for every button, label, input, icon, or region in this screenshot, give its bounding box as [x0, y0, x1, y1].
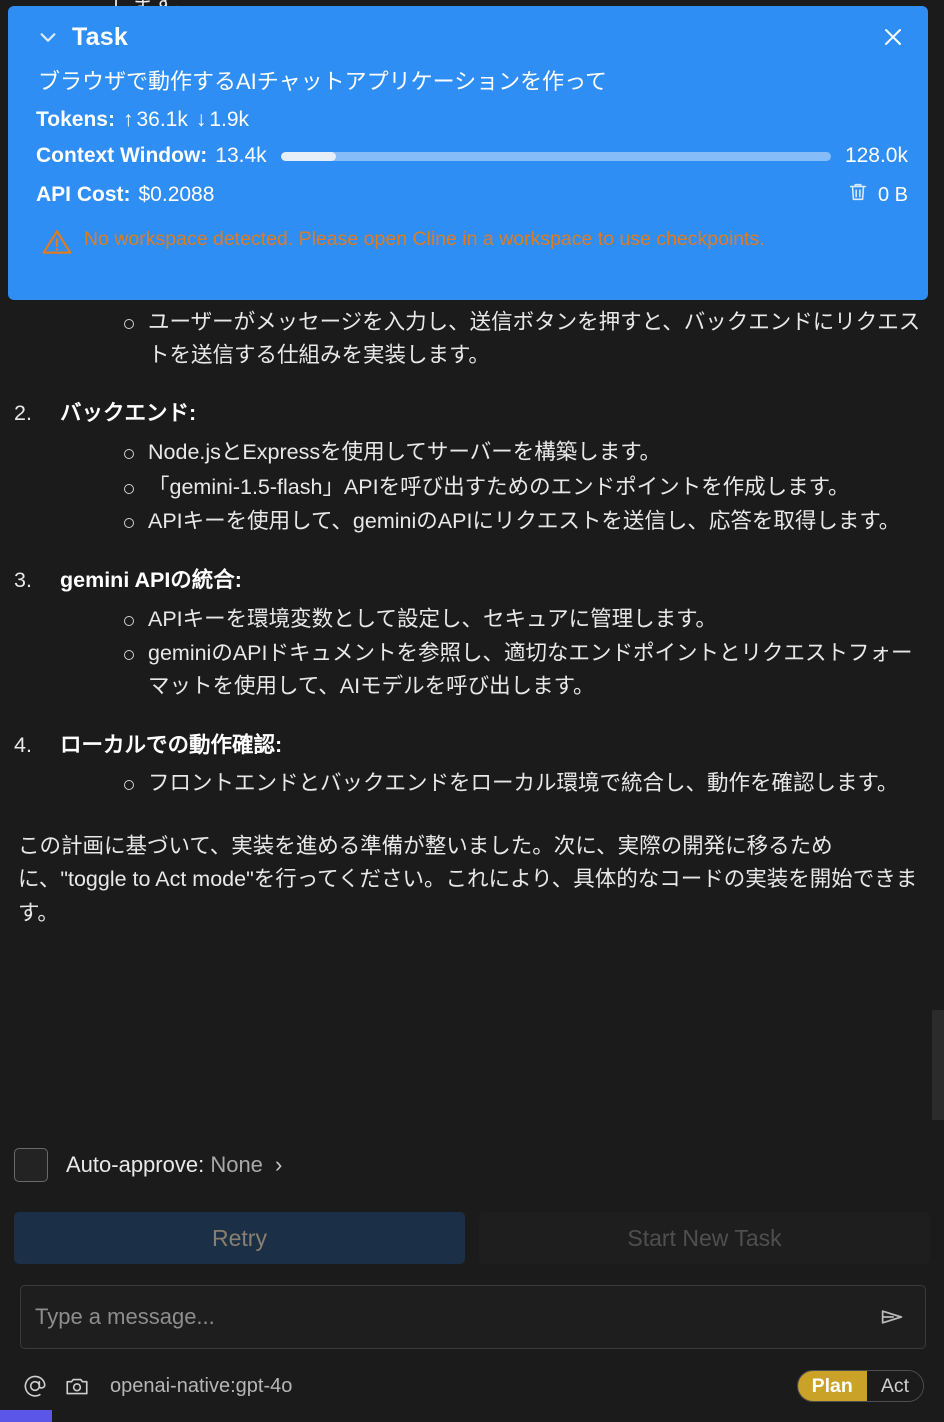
list-item: APIキーを環境変数として設定し、セキュアに管理します。 — [122, 603, 930, 636]
page-title: Task — [72, 22, 128, 51]
tokens-in-value: 36.1k — [136, 108, 188, 131]
cline-chat-panel: します。 ユーザーがメッセージを入力し、送信ボタンを押すと、バックエンドにリクエ… — [0, 0, 944, 1422]
section-title: ローカルでの動作確認: — [60, 732, 283, 757]
list-item: Node.jsとExpressを使用してサーバーを構築します。 — [122, 436, 930, 469]
close-icon[interactable] — [878, 22, 908, 52]
section-title: gemini APIの統合: — [60, 568, 242, 593]
closing-paragraph: この計画に基づいて、実装を進める準備が整いました。次に、実際の開発に移るために、… — [18, 834, 918, 925]
task-description: ブラウザで動作するAIチャットアプリケーションを作って — [38, 69, 608, 94]
message-input[interactable]: Type a message... — [35, 1304, 875, 1330]
auto-approve-label-group: Auto-approve: None › — [66, 1152, 282, 1178]
bottom-toolbar: openai-native:gpt-4o Plan Act — [0, 1362, 944, 1410]
trash-icon[interactable] — [847, 180, 869, 210]
list-item: geminiのAPIドキュメントを参照し、適切なエンドポイントとリクエストフォー… — [122, 637, 930, 702]
api-cost-value: $0.2088 — [138, 183, 215, 206]
auto-approve-checkbox[interactable] — [14, 1148, 48, 1182]
list-item: 「gemini-1.5-flash」APIを呼び出すためのエンドポイントを作成し… — [122, 471, 930, 504]
auto-approve-label: Auto-approve: — [66, 1152, 205, 1177]
section-number: 4. — [14, 732, 32, 757]
context-window-row: Context Window: 13.4k 128.0k — [36, 144, 908, 168]
section-number: 2. — [14, 401, 32, 426]
list-item: 3. gemini APIの統合: APIキーを環境変数として設定し、セキュアに… — [14, 564, 930, 703]
list-item: 4. ローカルでの動作確認: フロントエンドとバックエンドをローカル環境で統合し… — [14, 729, 930, 800]
bullet-list: APIキーを環境変数として設定し、セキュアに管理します。 geminiのAPIド… — [14, 603, 930, 703]
storage-group: 0 B — [847, 180, 908, 210]
camera-icon[interactable] — [62, 1371, 92, 1401]
start-new-task-button[interactable]: Start New Task — [479, 1212, 930, 1264]
arrow-down-icon: ↓ — [195, 108, 207, 131]
vertical-scrollbar[interactable] — [932, 1010, 944, 1120]
bullet-list: Node.jsとExpressを使用してサーバーを構築します。 「gemini-… — [14, 436, 930, 538]
at-sign-icon[interactable] — [20, 1371, 50, 1401]
context-progress-fill — [280, 151, 336, 161]
auto-approve-row[interactable]: Auto-approve: None › — [14, 1148, 282, 1182]
tokens-label: Tokens: — [36, 108, 115, 131]
bullet-list: フロントエンドとバックエンドをローカル環境で統合し、動作を確認します。 — [14, 767, 930, 800]
list-item: 2. バックエンド: Node.jsとExpressを使用してサーバーを構築しま… — [14, 397, 930, 538]
retry-button[interactable]: Retry — [14, 1212, 465, 1264]
workspace-warning: No workspace detected. Please open Cline… — [40, 226, 908, 258]
section-title: バックエンド: — [60, 401, 197, 426]
action-button-row: Retry Start New Task — [14, 1212, 930, 1264]
chevron-right-icon[interactable]: › — [275, 1152, 282, 1177]
section-heading: 3. gemini APIの統合: — [14, 564, 930, 597]
warning-triangle-icon — [40, 226, 84, 258]
list-item: APIキーを使用して、geminiのAPIにリクエストを送信し、応答を取得します… — [122, 505, 930, 538]
context-progress-bar — [280, 151, 831, 161]
list-item: フロントエンドとバックエンドをローカル環境で統合し、動作を確認します。 — [122, 767, 930, 800]
chevron-down-icon[interactable] — [36, 25, 60, 49]
bullet-list-top: ユーザーがメッセージを入力し、送信ボタンを押すと、バックエンドにリクエストを送信… — [14, 306, 930, 371]
act-mode-button[interactable]: Act — [866, 1371, 923, 1401]
model-name-label[interactable]: openai-native:gpt-4o — [110, 1375, 292, 1398]
storage-size-value: 0 B — [877, 183, 908, 206]
context-max-value: 128.0k — [844, 144, 908, 167]
api-cost-row: API Cost: $0.2088 0 B — [36, 180, 908, 210]
plan-act-toggle[interactable]: Plan Act — [796, 1370, 924, 1402]
section-heading: 4. ローカルでの動作確認: — [14, 729, 930, 762]
plan-mode-button[interactable]: Plan — [797, 1371, 867, 1401]
list-item: ユーザーがメッセージを入力し、送信ボタンを押すと、バックエンドにリクエストを送信… — [122, 306, 930, 371]
api-cost-label: API Cost: — [36, 183, 131, 206]
arrow-up-icon: ↑ — [122, 108, 134, 131]
warning-text: No workspace detected. Please open Cline… — [84, 228, 765, 250]
auto-approve-value: None — [210, 1152, 263, 1177]
section-number: 3. — [14, 568, 32, 593]
tokens-row: Tokens: ↑ 36.1k ↓ 1.9k — [36, 108, 908, 132]
task-header-panel: Task ブラウザで動作するAIチャットアプリケーションを作って Tokens:… — [8, 6, 928, 300]
numbered-list: 2. バックエンド: Node.jsとExpressを使用してサーバーを構築しま… — [14, 397, 930, 800]
send-icon[interactable] — [875, 1300, 909, 1334]
task-header-row: Task — [36, 22, 908, 52]
context-window-label: Context Window: — [36, 144, 208, 167]
status-bar-indicator — [0, 1410, 52, 1422]
message-input-container[interactable]: Type a message... — [20, 1285, 926, 1349]
tokens-out-value: 1.9k — [209, 108, 250, 131]
section-heading: 2. バックエンド: — [14, 397, 930, 430]
context-used-value: 13.4k — [215, 144, 267, 167]
